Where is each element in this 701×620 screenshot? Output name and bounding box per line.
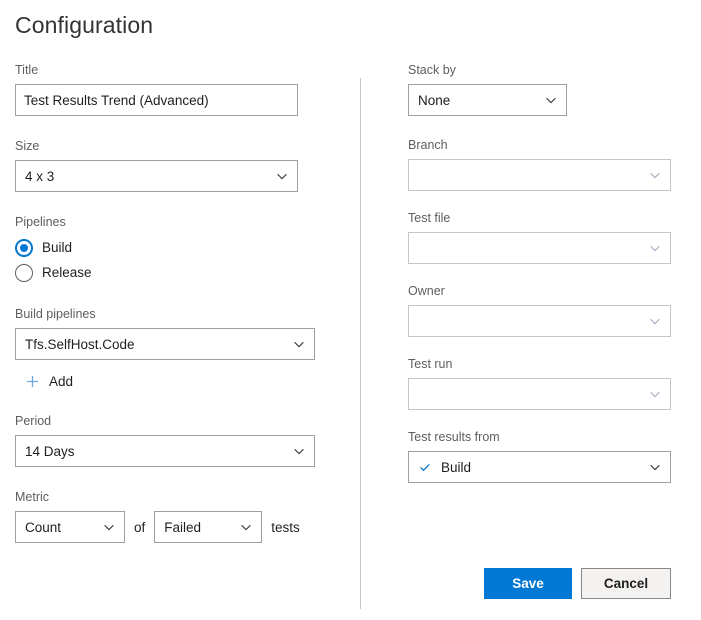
- build-pipelines-value: Tfs.SelfHost.Code: [25, 336, 135, 352]
- chevron-down-icon: [648, 387, 662, 401]
- metric-outcome-value: Failed: [164, 519, 202, 535]
- field-branch: Branch: [408, 137, 686, 191]
- metric-label: Metric: [15, 490, 50, 504]
- period-dropdown[interactable]: 14 Days: [15, 435, 315, 467]
- field-test-file: Test file: [408, 210, 686, 264]
- build-pipelines-label: Build pipelines: [15, 307, 96, 321]
- field-period: Period 14 Days: [15, 413, 340, 467]
- size-label: Size: [15, 139, 40, 153]
- field-test-results-from: Test results from Build: [408, 429, 686, 483]
- metric-row: Count of Failed tests: [15, 511, 340, 543]
- metric-aggregate-value: Count: [25, 519, 62, 535]
- chevron-down-icon: [544, 93, 558, 107]
- field-stack-by: Stack by None: [408, 62, 686, 116]
- stack-by-value: None: [418, 92, 451, 108]
- field-build-pipelines: Build pipelines Tfs.SelfHost.Code Add: [15, 306, 340, 393]
- radio-build-label: Build: [42, 240, 73, 255]
- field-metric: Metric Count of Failed tests: [15, 489, 340, 543]
- field-owner: Owner: [408, 283, 686, 337]
- action-buttons: Save Cancel: [484, 568, 671, 599]
- owner-label: Owner: [408, 284, 445, 298]
- chevron-down-icon: [275, 169, 289, 183]
- metric-of-word: of: [134, 519, 146, 535]
- branch-dropdown[interactable]: [408, 159, 671, 191]
- chevron-down-icon: [102, 520, 116, 534]
- left-column: Title Size 4 x 3 Pipelines Build Release…: [15, 62, 340, 543]
- period-label: Period: [15, 414, 52, 428]
- test-results-from-dropdown[interactable]: Build: [408, 451, 671, 483]
- radio-build[interactable]: Build: [15, 236, 340, 260]
- stack-by-label: Stack by: [408, 63, 456, 77]
- chevron-down-icon: [648, 241, 662, 255]
- field-size: Size 4 x 3: [15, 138, 340, 192]
- radio-unselected-icon: [15, 264, 33, 282]
- branch-label: Branch: [408, 138, 448, 152]
- radio-release[interactable]: Release: [15, 261, 340, 285]
- title-input[interactable]: [15, 84, 298, 116]
- add-pipeline-button[interactable]: Add: [25, 369, 95, 393]
- check-icon: [418, 460, 432, 474]
- radio-selected-icon: [15, 239, 33, 257]
- save-button[interactable]: Save: [484, 568, 572, 599]
- plus-icon: [25, 374, 40, 389]
- metric-tests-word: tests: [271, 519, 300, 535]
- size-dropdown[interactable]: 4 x 3: [15, 160, 298, 192]
- chevron-down-icon: [292, 444, 306, 458]
- metric-outcome-dropdown[interactable]: Failed: [154, 511, 263, 543]
- add-pipeline-label: Add: [49, 373, 74, 389]
- column-divider: [360, 78, 361, 609]
- page-title: Configuration: [15, 12, 154, 38]
- right-column: Stack by None Branch Test file Owner Tes…: [408, 62, 686, 483]
- test-file-label: Test file: [408, 211, 451, 225]
- field-title: Title: [15, 62, 340, 116]
- pipelines-label: Pipelines: [15, 215, 66, 229]
- test-run-dropdown[interactable]: [408, 378, 671, 410]
- cancel-button[interactable]: Cancel: [581, 568, 671, 599]
- build-pipelines-dropdown[interactable]: Tfs.SelfHost.Code: [15, 328, 315, 360]
- radio-release-label: Release: [42, 265, 92, 280]
- test-results-from-label: Test results from: [408, 430, 500, 444]
- test-file-dropdown[interactable]: [408, 232, 671, 264]
- test-results-from-value: Build: [441, 459, 472, 475]
- field-pipelines: Pipelines Build Release: [15, 214, 340, 285]
- size-value: 4 x 3: [25, 168, 55, 184]
- chevron-down-icon: [292, 337, 306, 351]
- chevron-down-icon: [648, 460, 662, 474]
- test-run-label: Test run: [408, 357, 453, 371]
- metric-aggregate-dropdown[interactable]: Count: [15, 511, 125, 543]
- stack-by-dropdown[interactable]: None: [408, 84, 567, 116]
- period-value: 14 Days: [25, 443, 75, 459]
- title-label: Title: [15, 63, 39, 77]
- chevron-down-icon: [239, 520, 253, 534]
- field-test-run: Test run: [408, 356, 686, 410]
- chevron-down-icon: [648, 314, 662, 328]
- owner-dropdown[interactable]: [408, 305, 671, 337]
- chevron-down-icon: [648, 168, 662, 182]
